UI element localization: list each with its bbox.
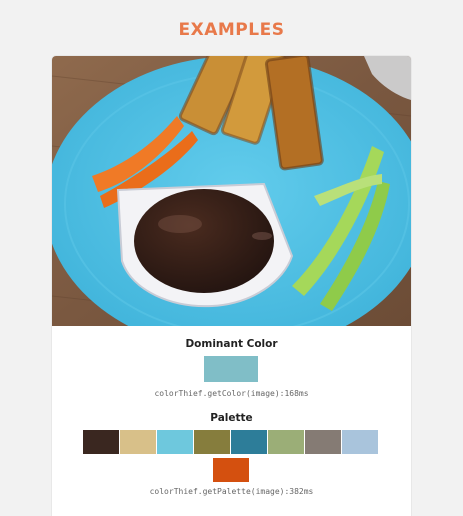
palette-swatch	[342, 430, 378, 454]
palette-swatch	[120, 430, 156, 454]
palette-swatch	[268, 430, 304, 454]
palette-swatch	[194, 430, 230, 454]
page-title: EXAMPLES	[178, 20, 285, 40]
dominant-color-title: Dominant Color	[185, 338, 278, 350]
palette-title: Palette	[210, 412, 253, 424]
palette-swatch	[157, 430, 193, 454]
dominant-color-swatch	[204, 356, 258, 382]
palette-swatch	[305, 430, 341, 454]
palette-swatch-extra	[213, 458, 249, 482]
example-card: Dominant Color colorThief.getColor(image…	[52, 56, 411, 516]
dominant-color-code: colorThief.getColor(image):168ms	[154, 389, 309, 398]
palette-code: colorThief.getPalette(image):382ms	[149, 487, 314, 496]
palette-swatches	[83, 430, 379, 454]
example-photo	[52, 56, 411, 326]
palette-swatch	[231, 430, 267, 454]
palette-swatch	[83, 430, 119, 454]
